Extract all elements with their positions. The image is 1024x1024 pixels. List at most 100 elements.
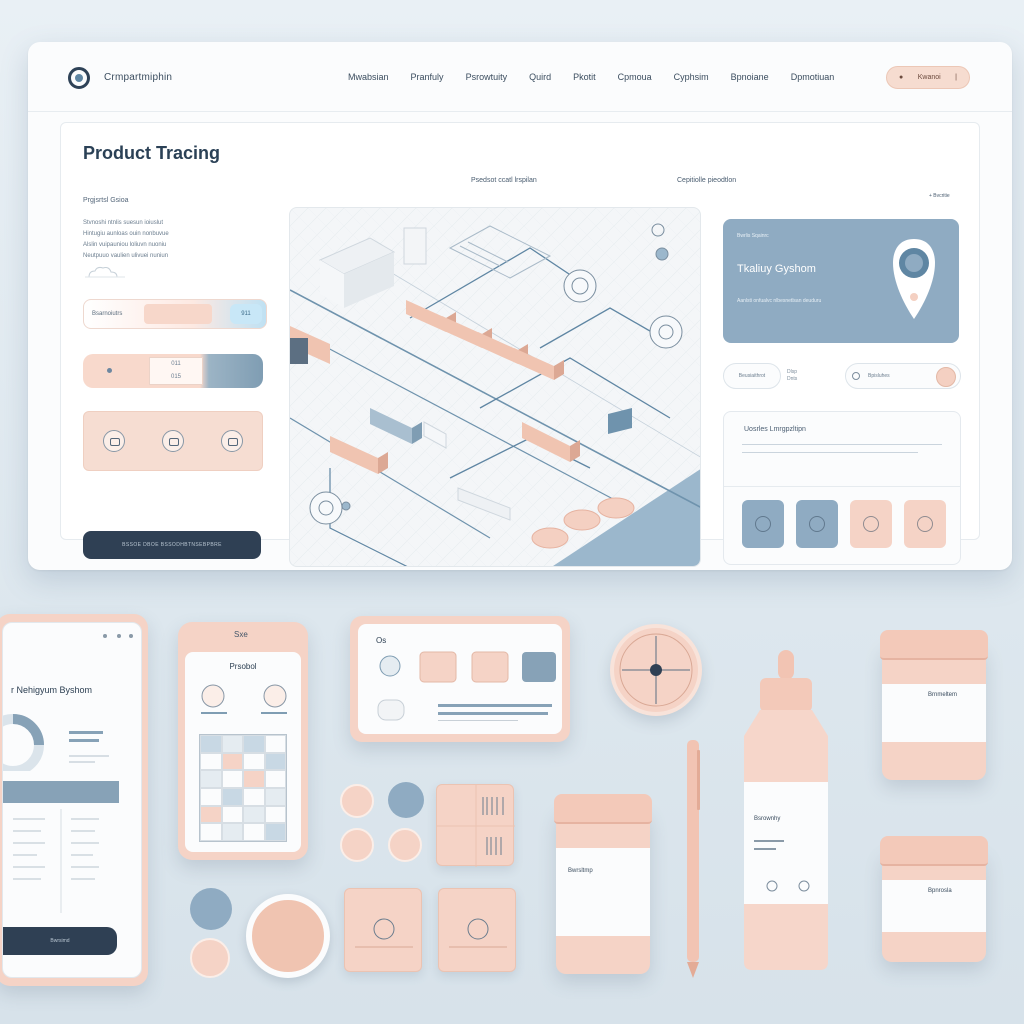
tablet-cta-button[interactable]: Bwrsimd	[3, 927, 117, 955]
box-icon[interactable]	[161, 430, 184, 452]
dropper-bottle: Bsrownhy	[738, 650, 834, 972]
jar-label-area	[556, 848, 650, 936]
brand-name: Crmpartmiphin	[104, 72, 173, 83]
jar-lid	[880, 630, 988, 660]
tablet-screen: r Nehigyum Byshom Bwrsimd	[2, 622, 142, 978]
panel-divider	[724, 486, 960, 487]
slider-field[interactable]: 011 015	[83, 354, 263, 388]
option-tiles	[83, 411, 263, 471]
control-meta: Dlsp Dnts	[787, 369, 797, 383]
page-title: Product Tracing	[83, 143, 221, 163]
phone-camera-label: Sxe	[234, 630, 248, 639]
compass-icon	[619, 633, 693, 707]
control-meta-line-2: Dnts	[787, 376, 798, 382]
slider-handle-icon[interactable]	[107, 368, 112, 373]
card-description: Aanlsti onfualvc nlbesnetlsan deuduru	[737, 298, 822, 304]
barcode-label-tile	[436, 784, 515, 867]
tablet-mockup: r Nehigyum Byshom Bwrsimd	[0, 614, 148, 986]
data-table	[13, 809, 99, 913]
round-pad	[246, 894, 330, 978]
tablet-status-icons	[103, 634, 133, 638]
sticker-3	[340, 828, 374, 862]
primary-cta-button[interactable]: BSSOE DBOE BSSODHBTNSEBPBRE	[83, 531, 261, 559]
map-column-heading: Psedsot ccatl lrspilan	[471, 177, 537, 184]
search-field-label: Bsarnoiutrs	[92, 311, 123, 317]
sticker-2	[388, 782, 424, 818]
jar-label-text: Bpnrosla	[928, 888, 952, 894]
nav-action-button[interactable]: ● Kwanoi |	[886, 66, 970, 89]
slider-value-bottom: 015	[170, 374, 181, 380]
nav-item-1[interactable]: Mwabsian	[348, 72, 389, 82]
para-line-2: Hintugiu aunloas ouin nonbuvue	[83, 231, 169, 237]
status-tile-3[interactable]	[850, 500, 892, 548]
filter-pill[interactable]: Beusiaithrot	[723, 363, 781, 389]
phone-keypad-grid[interactable]	[199, 734, 287, 842]
content-area: Product Tracing Prgjsrtsl Gsioa Stvnoshi…	[60, 122, 980, 567]
tablet-title: r Nehigyum Byshom	[11, 685, 93, 695]
status-tile-1[interactable]	[742, 500, 784, 548]
status-tile-4[interactable]	[904, 500, 946, 548]
compass-dial	[610, 624, 702, 716]
nav-menu: Mwabsian Pranfuly Psrowtuity Quird Pkoti…	[348, 72, 834, 82]
toggle-knob[interactable]	[936, 367, 956, 387]
supply-chain-map[interactable]	[289, 207, 701, 567]
supplement-jar-2: Brnmeltem	[880, 630, 988, 780]
toggle-switch[interactable]: Bpisluhes	[845, 363, 961, 389]
toggle-icon	[852, 372, 860, 380]
sticker-6	[190, 938, 230, 978]
bottle-illustration	[744, 650, 828, 970]
toggle-label: Bpisluhes	[868, 373, 890, 379]
para-line-1: Stvnoshi ntnlis suesun ioiuslut	[83, 220, 164, 226]
nav-item-2[interactable]: Pranfuly	[411, 72, 444, 82]
search-field-value: 911	[230, 304, 262, 324]
side-column-heading: Cepitiolle pieodtlon	[677, 177, 737, 184]
nav-item-7[interactable]: Cyphsim	[674, 72, 709, 82]
supplement-jar-3: Bpnrosla	[880, 836, 988, 962]
package-label-tile-1	[344, 888, 422, 972]
nav-item-8[interactable]: Bpnoiane	[731, 72, 769, 82]
nav-pill-label: Kwanoi	[917, 74, 941, 81]
jar-lid	[554, 794, 652, 824]
package-tile-icon	[449, 918, 507, 948]
device-screen: Os	[358, 624, 562, 734]
nav-item-5[interactable]: Pkotit	[573, 72, 596, 82]
nav-pill-dot-icon: ●	[899, 74, 904, 81]
status-tile-2[interactable]	[796, 500, 838, 548]
nav-item-4[interactable]: Quird	[529, 72, 551, 82]
gauge-chart	[3, 714, 109, 771]
barcode-icon	[437, 785, 515, 867]
phone-screen: Prsobol	[185, 652, 301, 852]
control-meta-line-1: Dlsp	[787, 369, 798, 375]
nav-item-9[interactable]: Dpmotiuan	[791, 72, 835, 82]
pen-icon	[687, 740, 700, 978]
add-link[interactable]: + Bvcritie	[929, 193, 950, 199]
map-illustration	[290, 208, 700, 566]
top-navigation-bar: Crmpartmiphin Mwabsian Pranfuly Psrowtui…	[28, 42, 1012, 112]
nav-item-6[interactable]: Cpmoua	[618, 72, 652, 82]
description-paragraph: Stvnoshi ntnlis suesun ioiuslut Hintugiu…	[83, 218, 259, 262]
sticker-5	[190, 888, 232, 930]
cloud-icon	[85, 266, 125, 278]
para-line-4: Neutpuuo vaulien ulivuei nuniun	[83, 253, 169, 259]
phone-title: Prsobol	[229, 662, 257, 671]
device-ui	[377, 651, 556, 721]
panel-text-line	[742, 452, 918, 453]
sticker-4	[388, 828, 422, 862]
search-field-chip	[144, 304, 212, 324]
tracking-system-card[interactable]: Bwrlis Sqainrc Tkaliuy Gyshom Aanlsti on…	[723, 219, 959, 343]
status-panel-title: Uosrles Lmrgpzltipn	[744, 426, 806, 433]
panel-text-line	[742, 444, 942, 445]
table-header	[3, 781, 119, 803]
package-icon[interactable]	[102, 430, 125, 452]
logo-icon[interactable]	[68, 67, 90, 89]
section-subhead: Prgjsrtsl Gsioa	[83, 197, 129, 204]
nav-item-3[interactable]: Psrowtuity	[466, 72, 508, 82]
search-field[interactable]: Bsarnoiutrs 911	[83, 299, 267, 329]
control-row: Beusiaithrot Dlsp Dnts Bpisluhes	[723, 361, 961, 393]
location-pin-icon	[893, 239, 935, 319]
scan-icon[interactable]	[221, 430, 244, 452]
supplement-jar-1: Bwrsltmp	[554, 794, 652, 974]
handheld-device: Os	[350, 616, 570, 742]
phone-mockup: Sxe Prsobol	[178, 622, 308, 860]
nav-pill-divider: |	[955, 74, 957, 81]
